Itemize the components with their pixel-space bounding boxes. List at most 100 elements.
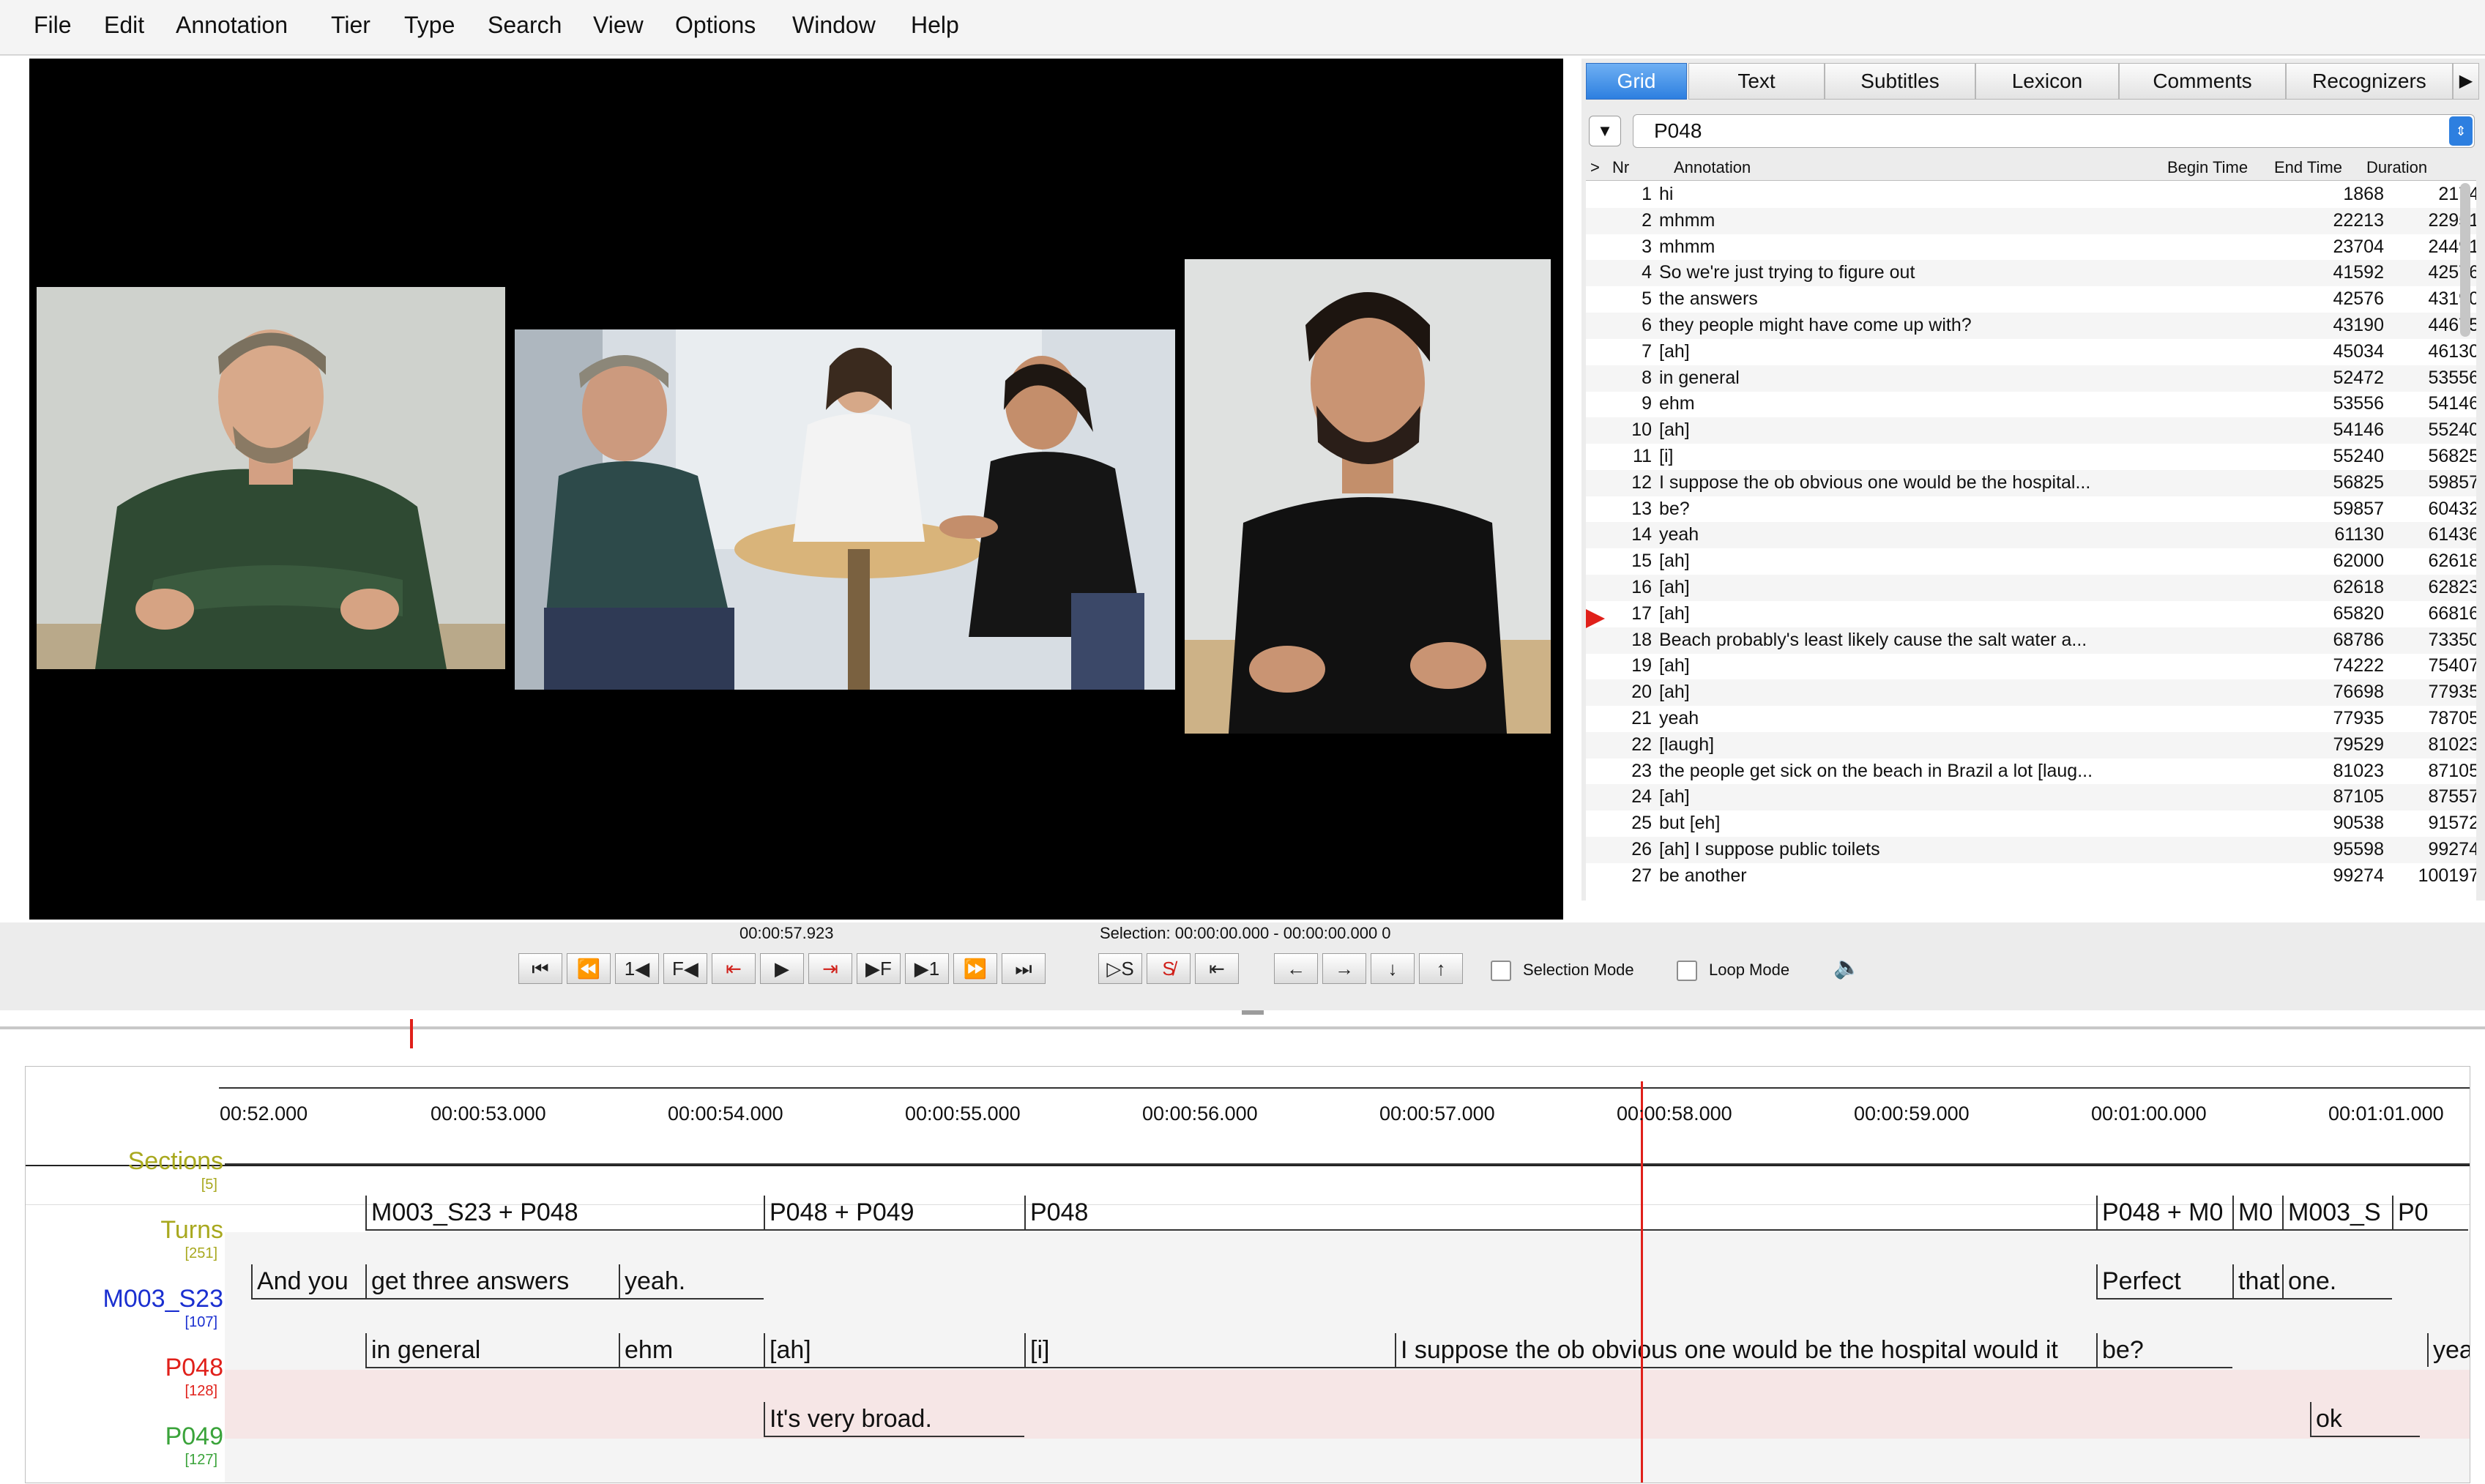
header-duration[interactable]: Duration xyxy=(2366,158,2427,177)
grid-row[interactable]: 3mhmm2370424491787 xyxy=(1586,234,2476,261)
turn-segment[interactable]: P0 xyxy=(2392,1196,2465,1229)
arrow-up-icon[interactable]: ↑ xyxy=(1419,953,1463,984)
turn-segment[interactable]: M003_S23 + P048 xyxy=(365,1196,764,1229)
tab-lexicon[interactable]: Lexicon xyxy=(1975,63,2119,100)
grid-row[interactable]: 21yeah7793578705770 xyxy=(1586,706,2476,732)
grid-row[interactable]: 16[ah]6261862823205 xyxy=(1586,575,2476,601)
grid-row[interactable]: 23 the people get sick on the beach in Br… xyxy=(1586,758,2476,785)
play-button[interactable]: ▶ xyxy=(760,953,804,984)
m003-segment[interactable]: yeah. xyxy=(619,1264,764,1298)
grid-row[interactable]: 22[laugh]79529810231494 xyxy=(1586,731,2476,758)
m003-segment[interactable]: Perfect xyxy=(2096,1264,2232,1298)
p048-segment[interactable]: ehm xyxy=(619,1333,764,1367)
turn-segment[interactable]: M0 xyxy=(2232,1196,2282,1229)
m003-segment[interactable]: that xyxy=(2232,1264,2282,1298)
menu-annotation[interactable]: Annotation xyxy=(176,12,288,39)
tab-comments[interactable]: Comments xyxy=(2119,63,2286,100)
header-begin-time[interactable]: Begin Time xyxy=(2167,158,2248,177)
grid-row[interactable]: 15[ah]6200062618618 xyxy=(1586,548,2476,575)
tier-select[interactable]: P048 ⇕ xyxy=(1633,114,2475,148)
header-nr[interactable]: Nr xyxy=(1612,158,1629,177)
p048-segment-selected[interactable]: I suppose the ob obvious one would be th… xyxy=(1395,1333,2096,1367)
menu-help[interactable]: Help xyxy=(911,12,959,39)
prev-frame-1-button[interactable]: 1◀ xyxy=(615,953,659,984)
arrow-right-icon[interactable]: → xyxy=(1322,953,1366,984)
m003-segment[interactable]: get three answers xyxy=(365,1264,619,1298)
grid-row[interactable]: 7[ah]45034461301096 xyxy=(1586,339,2476,365)
arrow-left-icon[interactable]: ← xyxy=(1274,953,1318,984)
media-overview-strip[interactable] xyxy=(0,1010,2485,1054)
grid-row[interactable]: 8in general52472535561084 xyxy=(1586,365,2476,392)
grid-row[interactable]: 6 they people might have come up with? 431… xyxy=(1586,313,2476,339)
grid-row[interactable]: 19[ah]74222754071185 xyxy=(1586,653,2476,679)
p048-segment[interactable]: [ah] xyxy=(764,1333,1024,1367)
frame-forward-button[interactable]: ▶F xyxy=(857,953,901,984)
p048-segment[interactable]: be? xyxy=(2096,1333,2232,1367)
header-end-time[interactable]: End Time xyxy=(2274,158,2342,177)
prev-second-button[interactable]: ⏪ xyxy=(567,953,611,984)
overview-cursor[interactable] xyxy=(410,1019,413,1048)
p048-segment[interactable]: [i] xyxy=(1024,1333,1395,1367)
p048-segment[interactable]: in general xyxy=(365,1333,619,1367)
frame-back-button[interactable]: F◀ xyxy=(663,953,707,984)
tab-recognizers[interactable]: Recognizers xyxy=(2286,63,2453,100)
turn-segment[interactable]: P048 + M0 xyxy=(2096,1196,2232,1229)
chevron-down-icon[interactable]: ▼ xyxy=(1589,116,1621,146)
grid-row[interactable]: 26 [ah] I suppose public toilets 95598 9927… xyxy=(1586,837,2476,863)
p049-segment[interactable]: ok xyxy=(2310,1402,2420,1436)
p048-segment[interactable]: yea xyxy=(2427,1333,2470,1367)
turn-segment[interactable]: M003_S xyxy=(2282,1196,2392,1229)
menu-tier[interactable]: Tier xyxy=(331,12,370,39)
selection-mode-checkbox[interactable] xyxy=(1491,961,1511,981)
grid-row[interactable]: 18 Beach probably's least likely cause th… xyxy=(1586,627,2476,654)
video-left[interactable] xyxy=(37,287,505,669)
m003-segment[interactable]: And you xyxy=(251,1264,365,1298)
grid-row[interactable]: 25but [eh]90538915721034 xyxy=(1586,810,2476,837)
grid-row[interactable]: 10[ah]54146552401094 xyxy=(1586,417,2476,444)
menu-file[interactable]: File xyxy=(34,12,72,39)
selection-begin-button[interactable]: ⇤ xyxy=(1195,953,1239,984)
grid-scrollbar[interactable] xyxy=(2460,183,2470,337)
menu-search[interactable]: Search xyxy=(488,12,562,39)
grid-row[interactable]: 24[ah]8710587557452 xyxy=(1586,784,2476,811)
m003-segment[interactable]: one. xyxy=(2282,1264,2392,1298)
play-selection-button[interactable]: ▷S xyxy=(1098,953,1142,984)
loop-mode-checkbox[interactable] xyxy=(1677,961,1697,981)
p049-segment[interactable]: It's very broad. xyxy=(764,1402,1024,1436)
grid-row[interactable]: 13be?5985760432575 xyxy=(1586,496,2476,523)
next-frame-1-button[interactable]: ▶1 xyxy=(905,953,949,984)
tab-subtitles[interactable]: Subtitles xyxy=(1825,63,1975,100)
menu-window[interactable]: Window xyxy=(792,12,876,39)
menu-type[interactable]: Type xyxy=(404,12,455,39)
clear-selection-button[interactable]: S̸ xyxy=(1147,953,1191,984)
video-center[interactable] xyxy=(515,329,1175,690)
next-second-button[interactable]: ⏩ xyxy=(953,953,997,984)
menu-edit[interactable]: Edit xyxy=(104,12,144,39)
tabs-scroll-right-icon[interactable]: ▶ xyxy=(2453,63,2479,100)
grid-row[interactable]: 2mhmm2221322951738 xyxy=(1586,207,2476,234)
grid-row[interactable]: 11[i]55240568251585 xyxy=(1586,444,2476,470)
volume-icon[interactable]: 🔈 xyxy=(1833,955,1860,980)
arrow-down-icon[interactable]: ↓ xyxy=(1371,953,1415,984)
turn-segment[interactable]: P048 + P049 xyxy=(764,1196,1024,1229)
video-right[interactable] xyxy=(1185,259,1551,734)
grid-row[interactable]: 5the answers4257643190614 xyxy=(1586,286,2476,313)
grid-row[interactable]: 20[ah]76698779351237 xyxy=(1586,679,2476,706)
tier-label-p049[interactable]: P049 xyxy=(26,1423,223,1451)
next-boundary-button[interactable]: ⇥ xyxy=(808,953,852,984)
splitter-handle[interactable] xyxy=(1242,1010,1264,1015)
tier-label-turns[interactable]: Turns xyxy=(26,1216,223,1245)
grid-row[interactable]: 17[ah]6582066816996 xyxy=(1586,601,2476,627)
menu-options[interactable]: Options xyxy=(675,12,756,39)
grid-row[interactable]: 9ehm5355654146590 xyxy=(1586,391,2476,417)
grid-row[interactable]: 27be another99274100197923 xyxy=(1586,863,2476,890)
prev-boundary-button[interactable]: ⇤ xyxy=(712,953,756,984)
first-frame-button[interactable]: ⏮ xyxy=(518,953,562,984)
tier-label-sections[interactable]: Sections xyxy=(26,1147,223,1176)
tab-grid[interactable]: Grid xyxy=(1586,63,1687,100)
grid-row[interactable]: 1hi18682174306 xyxy=(1586,182,2476,208)
tier-label-p048[interactable]: P048 xyxy=(26,1354,223,1382)
tier-label-m003-s23[interactable]: M003_S23 xyxy=(26,1285,223,1313)
grid-row[interactable]: 4 So we're just trying to figure out 41592… xyxy=(1586,260,2476,287)
tab-text[interactable]: Text xyxy=(1688,63,1825,100)
